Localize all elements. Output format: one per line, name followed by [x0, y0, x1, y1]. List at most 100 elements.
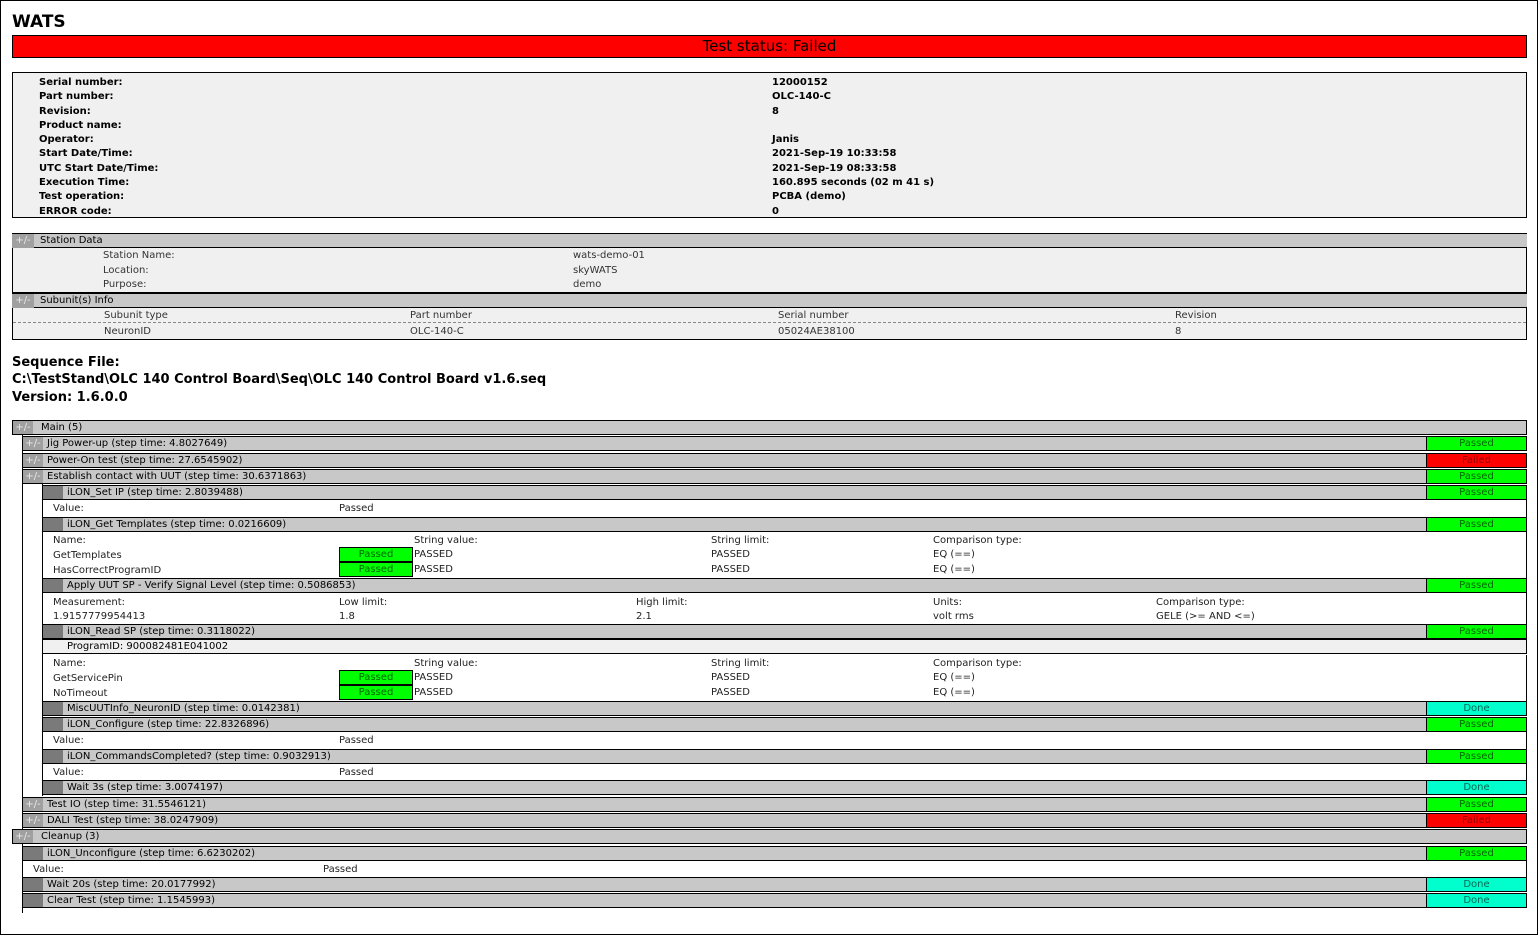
dali-toggle-button[interactable]: +/- — [23, 814, 43, 827]
subunit-info-header[interactable]: +/- Subunit(s) Info — [12, 293, 1527, 308]
step-configure-label: iLON_Configure (step time: 22.8326896) — [67, 719, 270, 730]
step-power-on[interactable]: +/- Power-On test (step time: 27.6545902… — [22, 453, 1527, 468]
result-comparison: EQ (==) — [933, 687, 975, 698]
step-status-badge: Done — [1426, 702, 1526, 715]
cleanup-toggle-button[interactable]: +/- — [13, 830, 33, 843]
sequence-file-path: C:\TestStand\OLC 140 Control Board\Seq\O… — [12, 372, 547, 387]
step-establish-contact[interactable]: +/- Establish contact with UUT (step tim… — [22, 469, 1527, 484]
step-status-badge: Passed — [1426, 579, 1526, 592]
step-apply-sp[interactable]: Apply UUT SP - Verify Signal Level (step… — [42, 578, 1527, 593]
result-status-cell: Passed — [339, 562, 413, 577]
units-header: Units: — [933, 597, 962, 608]
summary-row-product: Product name: — [39, 120, 122, 131]
step-commands-completed[interactable]: iLON_CommandsCompleted? (step time: 0.90… — [42, 749, 1527, 764]
step-configure[interactable]: iLON_Configure (step time: 22.8326896) P… — [42, 717, 1527, 732]
result-limit: PASSED — [711, 672, 750, 683]
result-status-cell: Passed — [339, 685, 413, 700]
low-limit-header: Low limit: — [339, 597, 388, 608]
step-status-badge: Done — [1426, 781, 1526, 794]
summary-row-revision: Revision: 8 — [39, 106, 779, 117]
step-status-badge: Passed — [1426, 518, 1526, 531]
commands-detail: Value: Passed — [42, 764, 1527, 780]
station-location-value: skyWATS — [573, 265, 618, 276]
step-unconfigure-label: iLON_Unconfigure (step time: 6.6230202) — [47, 848, 255, 859]
result-limit: PASSED — [711, 687, 750, 698]
step-clear-test[interactable]: Clear Test (step time: 1.1545993) Done — [22, 893, 1527, 908]
units-value: volt rms — [933, 611, 974, 622]
get-templates-detail: Name: String value: String limit: Compar… — [42, 532, 1527, 578]
station-name-label: Station Name: — [103, 250, 175, 261]
value-label: Value: — [53, 767, 84, 778]
configure-detail: Value: Passed — [42, 732, 1527, 749]
result-value: PASSED — [414, 687, 453, 698]
main-toggle-button[interactable]: +/- — [13, 421, 33, 434]
subunit-col-part: Part number — [410, 310, 472, 321]
step-get-templates-label: iLON_Get Templates (step time: 0.0216609… — [67, 519, 287, 530]
string-limit-header: String limit: — [711, 658, 770, 669]
establish-toggle-button[interactable]: +/- — [23, 470, 43, 483]
value-label: Value: — [33, 864, 64, 875]
comparison-type-header: Comparison type: — [933, 658, 1022, 669]
result-comparison: EQ (==) — [933, 672, 975, 683]
string-value-header: String value: — [414, 658, 478, 669]
step-wait-20s[interactable]: Wait 20s (step time: 20.0177992) Done — [22, 877, 1527, 892]
summary-row-part: Part number: OLC-140-C — [39, 91, 831, 102]
step-status-badge: Passed — [1426, 847, 1526, 860]
station-data-title: Station Data — [40, 235, 103, 246]
jig-toggle-button[interactable]: +/- — [23, 437, 43, 450]
step-status-badge: Passed — [1426, 625, 1526, 638]
summary-row-start: Start Date/Time: 2021-Sep-19 10:33:58 — [39, 148, 897, 159]
string-limit-header: String limit: — [711, 535, 770, 546]
program-id-row: ProgramID: 900082481E041002 — [42, 639, 1527, 654]
result-status-cell: Passed — [339, 670, 413, 685]
summary-row-exec: Execution Time: 160.895 seconds (02 m 41 … — [39, 177, 935, 188]
subunit-toggle-button[interactable]: +/- — [12, 294, 34, 308]
subunit-serial-value: 05024AE38100 — [778, 326, 855, 337]
summary-row-operation: Test operation: PCBA (demo) — [39, 191, 846, 202]
read-sp-detail: Name: String value: String limit: Compar… — [42, 655, 1527, 701]
step-misc-info[interactable]: MiscUUTInfo_NeuronID (step time: 0.01423… — [42, 701, 1527, 716]
step-test-io[interactable]: +/- Test IO (step time: 31.5546121) Pass… — [22, 797, 1527, 812]
step-wait-3s-label: Wait 3s (step time: 3.0074197) — [67, 782, 223, 793]
step-cleanup[interactable]: +/- Cleanup (3) — [12, 829, 1527, 844]
step-status-badge: Failed — [1426, 814, 1526, 827]
step-cleanup-label: Cleanup (3) — [41, 831, 100, 842]
step-status-badge: Done — [1426, 894, 1526, 907]
high-limit-value: 2.1 — [636, 611, 652, 622]
step-status-badge: Done — [1426, 878, 1526, 891]
test-io-toggle-button[interactable]: +/- — [23, 798, 43, 811]
result-comparison: EQ (==) — [933, 549, 975, 560]
station-data-header[interactable]: +/- Station Data — [12, 233, 1527, 248]
result-name: GetTemplates — [53, 550, 122, 561]
step-status-badge: Passed — [1426, 437, 1526, 450]
sequence-version: Version: 1.6.0.0 — [12, 390, 128, 405]
step-get-templates[interactable]: iLON_Get Templates (step time: 0.0216609… — [42, 517, 1527, 532]
value-label: Value: — [53, 503, 84, 514]
step-main[interactable]: +/- Main (5) — [12, 420, 1527, 435]
step-establish-label: Establish contact with UUT (step time: 3… — [47, 471, 307, 482]
station-toggle-button[interactable]: +/- — [12, 234, 34, 248]
step-set-ip[interactable]: iLON_Set IP (step time: 2.8039488) Passe… — [42, 485, 1527, 500]
step-jig-powerup[interactable]: +/- Jig Power-up (step time: 4.8027649) … — [22, 436, 1527, 451]
subunit-revision-value: 8 — [1175, 326, 1182, 337]
unconfigure-detail: Value: Passed — [22, 861, 1527, 877]
step-unconfigure[interactable]: iLON_Unconfigure (step time: 6.6230202) … — [22, 846, 1527, 861]
step-status-badge: Passed — [1426, 718, 1526, 731]
power-on-toggle-button[interactable]: +/- — [23, 454, 43, 467]
step-power-on-label: Power-On test (step time: 27.6545902) — [47, 455, 243, 466]
step-apply-sp-label: Apply UUT SP - Verify Signal Level (step… — [67, 580, 356, 591]
step-dali-test[interactable]: +/- DALI Test (step time: 38.0247909) Fa… — [22, 813, 1527, 828]
name-header: Name: — [53, 535, 86, 546]
value-label: Value: — [53, 735, 84, 746]
step-status-badge: Passed — [1426, 798, 1526, 811]
summary-row-utc: UTC Start Date/Time: 2021-Sep-19 08:33:58 — [39, 163, 897, 174]
result-value: PASSED — [414, 564, 453, 575]
string-value-header: String value: — [414, 535, 478, 546]
summary-row-operator: Operator: Janis — [39, 134, 799, 145]
measurement-value: 1.9157779954413 — [53, 611, 146, 622]
subunit-col-serial: Serial number — [778, 310, 849, 321]
comparison-type-header: Comparison type: — [1156, 597, 1245, 608]
step-status-badge: Passed — [1426, 470, 1526, 483]
step-read-sp[interactable]: iLON_Read SP (step time: 0.3118022) Pass… — [42, 624, 1527, 639]
step-wait-3s[interactable]: Wait 3s (step time: 3.0074197) Done — [42, 780, 1527, 795]
